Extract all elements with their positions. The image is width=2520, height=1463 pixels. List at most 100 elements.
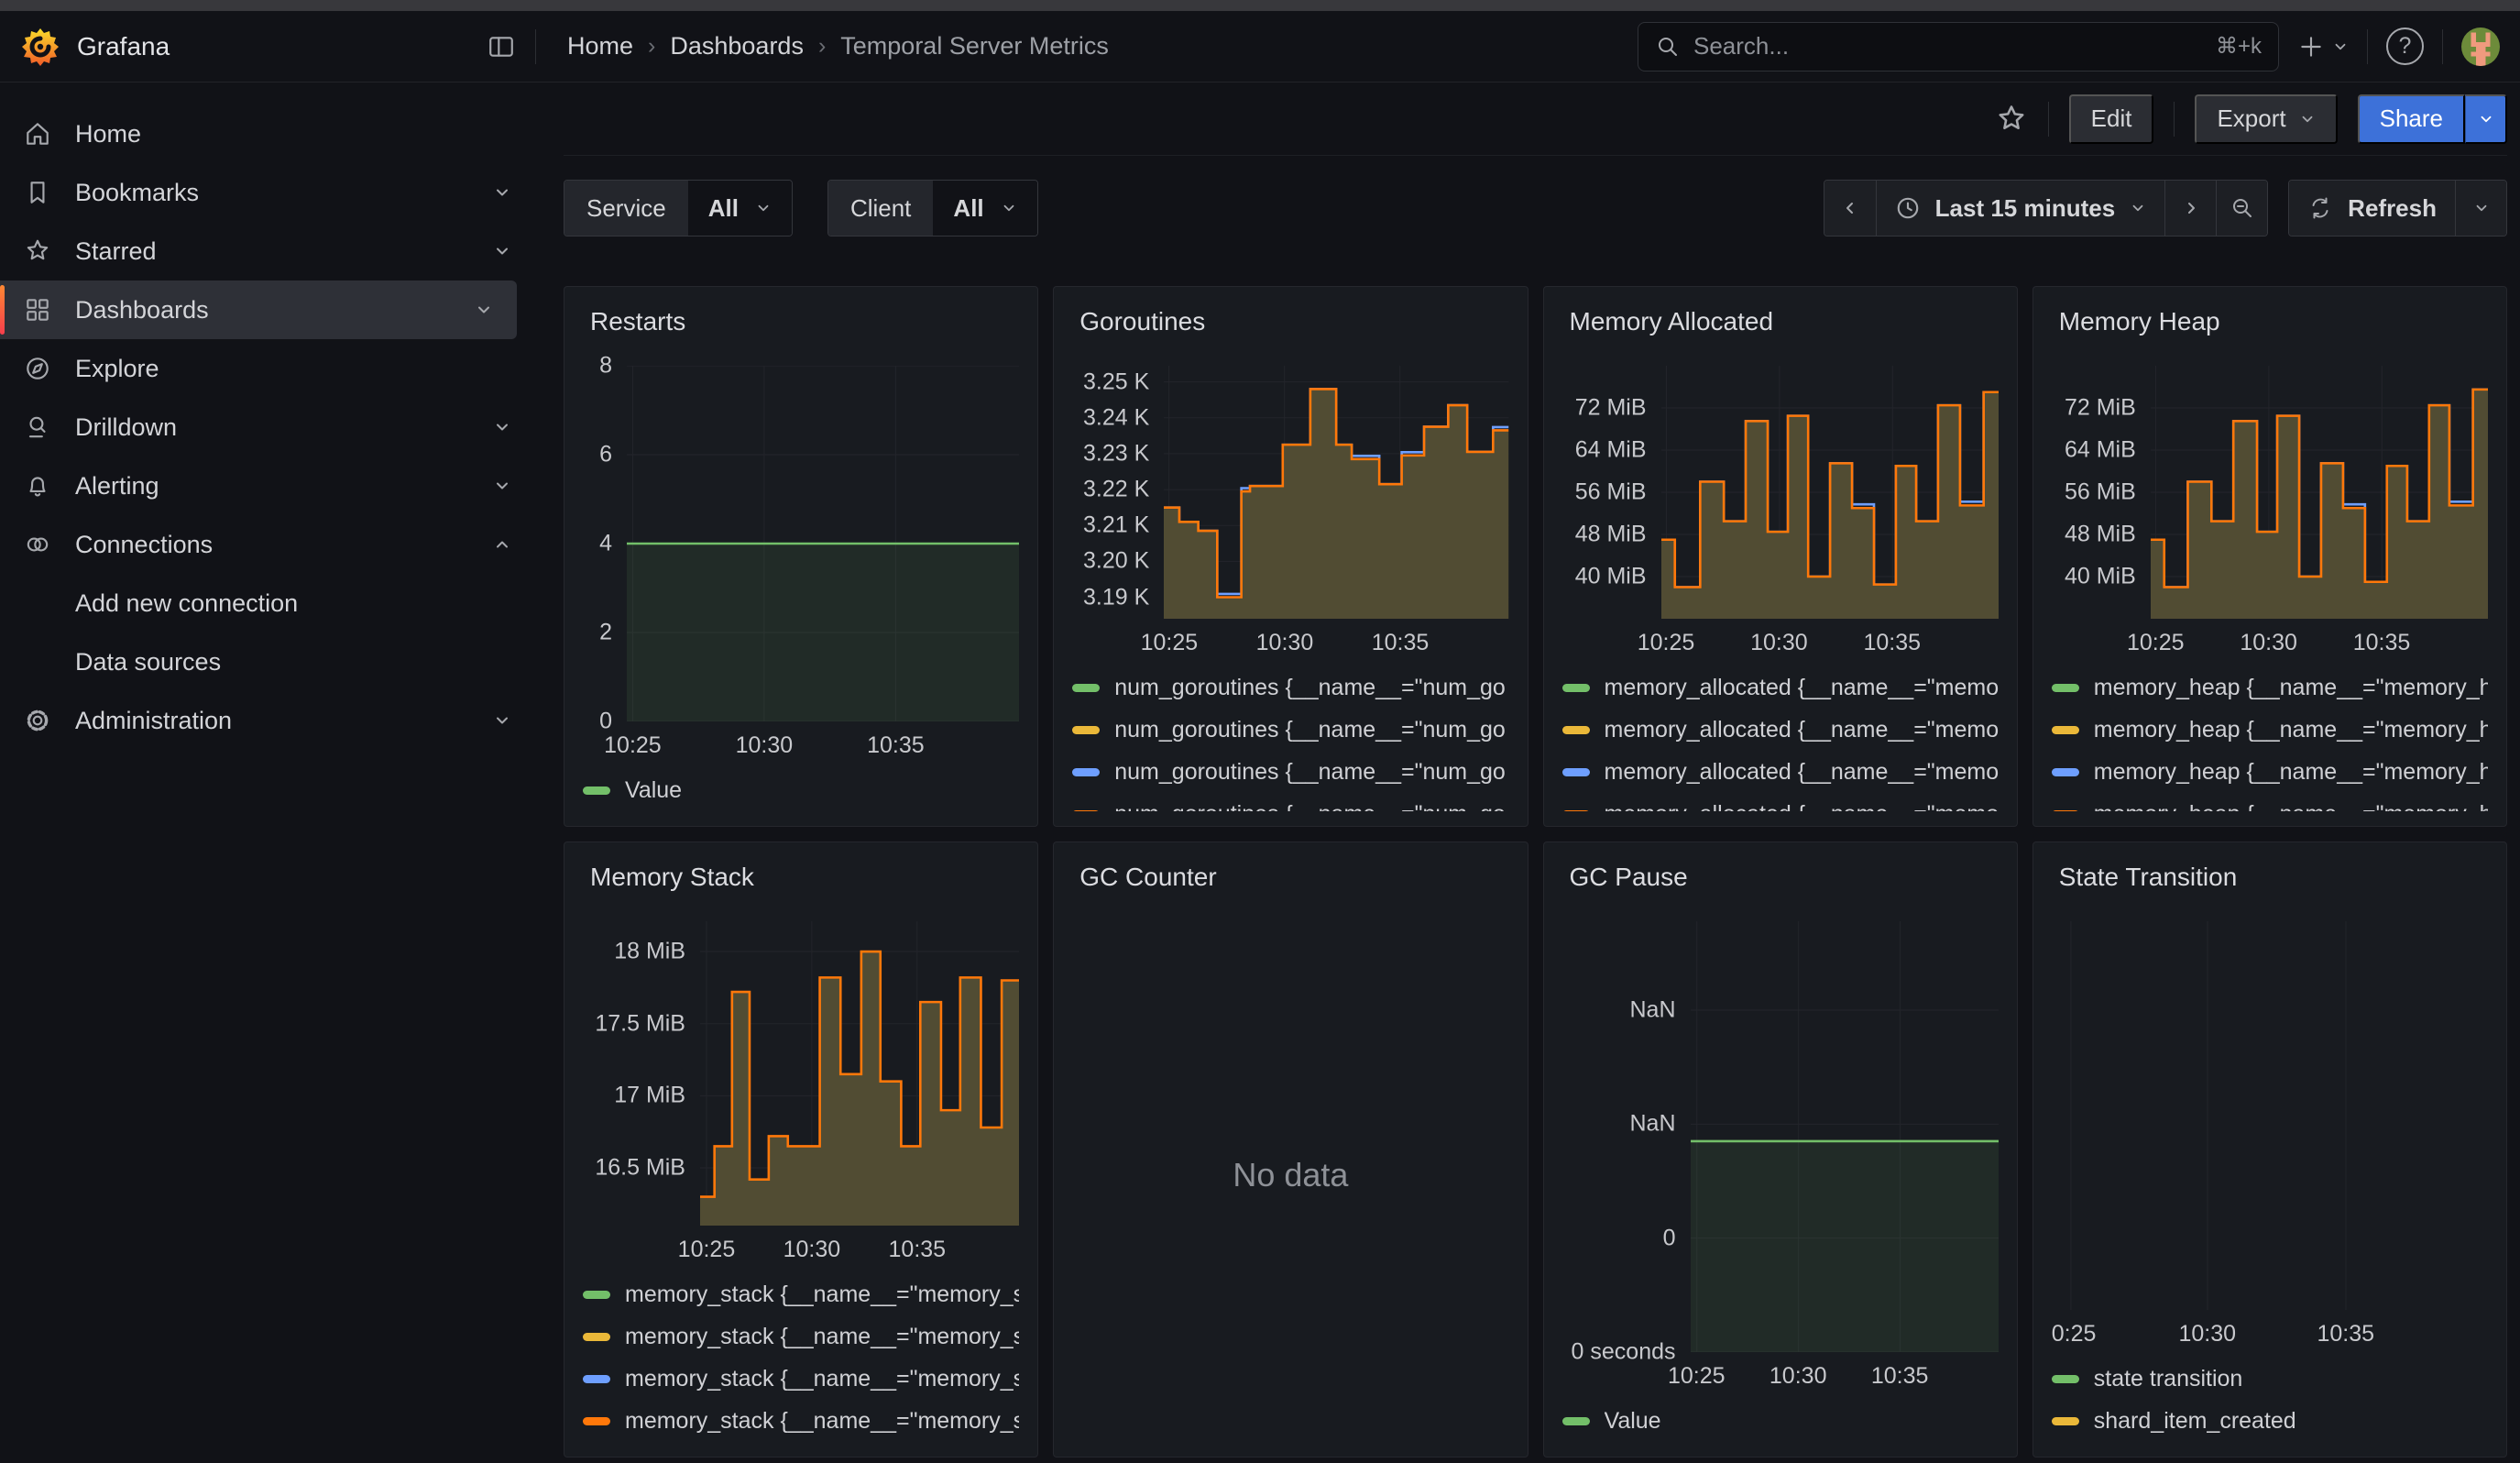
- y-tick-label: 17 MiB: [614, 1083, 685, 1109]
- export-button[interactable]: Export: [2195, 94, 2337, 144]
- panel-title[interactable]: Restarts: [590, 307, 1019, 344]
- legend-item[interactable]: num_goroutines {__name__="num_go: [1072, 751, 1508, 793]
- legend-item[interactable]: state transition: [2052, 1358, 2488, 1400]
- chevron-down-icon[interactable]: [493, 477, 511, 495]
- sidebar-item-drilldown[interactable]: Drilldown: [0, 398, 535, 456]
- panel-title[interactable]: Memory Heap: [2059, 307, 2488, 344]
- chevron-down-icon[interactable]: [493, 418, 511, 436]
- legend-item[interactable]: memory_allocated {__name__="memo: [1562, 709, 1999, 751]
- legend-item[interactable]: memory_heap {__name__="memory_h: [2052, 666, 2488, 709]
- plot-region[interactable]: [1164, 366, 1508, 619]
- legend-item[interactable]: memory_stack {__name__="memory_s: [583, 1273, 1019, 1315]
- zoom-out-button[interactable]: [2216, 181, 2267, 236]
- sidebar-item-connections[interactable]: Connections: [0, 515, 535, 574]
- legend-marker: [2052, 768, 2079, 776]
- toolbar-divider: [2048, 102, 2049, 137]
- plot-region[interactable]: [700, 921, 1019, 1226]
- y-tick-label: 0 seconds: [1572, 1339, 1676, 1366]
- search-icon: [1655, 34, 1681, 60]
- legend-item[interactable]: memory_stack {__name__="memory_s: [583, 1358, 1019, 1400]
- export-button-label: Export: [2217, 104, 2285, 133]
- legend-item[interactable]: memory_heap {__name__="memory_h: [2052, 793, 2488, 811]
- sidebar-item-data-sources[interactable]: Data sources: [0, 632, 535, 691]
- panel-title[interactable]: Memory Stack: [590, 863, 1019, 899]
- chart-area: 0 seconds0NaNNaN: [1562, 921, 1999, 1352]
- sidebar-item-starred[interactable]: Starred: [0, 222, 535, 280]
- legend-marker: [2052, 1417, 2079, 1425]
- sidebar-item-dashboards[interactable]: Dashboards: [0, 280, 517, 339]
- favorite-star-button[interactable]: [1995, 103, 2028, 136]
- sidebar-item-home[interactable]: Home: [0, 104, 535, 163]
- legend-item[interactable]: memory_heap {__name__="memory_h: [2052, 709, 2488, 751]
- edit-button[interactable]: Edit: [2069, 94, 2154, 144]
- chevron-down-icon[interactable]: [493, 711, 511, 730]
- panel-title[interactable]: GC Pause: [1570, 863, 1999, 899]
- chevron-down-icon[interactable]: [493, 183, 511, 202]
- legend-item[interactable]: memory_allocated {__name__="memo: [1562, 793, 1999, 811]
- sidebar-item-label: Dashboards: [75, 296, 209, 324]
- panel-title[interactable]: Memory Allocated: [1570, 307, 1999, 344]
- connections-icon: [24, 531, 51, 558]
- legend-item[interactable]: num_goroutines {__name__="num_go: [1072, 793, 1508, 811]
- share-options-button[interactable]: [2465, 94, 2507, 144]
- plot-region[interactable]: [2151, 366, 2488, 619]
- legend-marker: [1562, 768, 1590, 776]
- plot-region[interactable]: [627, 366, 1019, 721]
- legend-item[interactable]: Value: [1562, 1400, 1999, 1442]
- refresh-group: Refresh: [2288, 180, 2507, 236]
- bell-icon: [24, 472, 51, 500]
- legend-marker: [583, 1375, 610, 1383]
- time-shift-forward-button[interactable]: [2164, 181, 2216, 236]
- sidebar-item-administration[interactable]: Administration: [0, 691, 535, 750]
- client-filter-value[interactable]: All: [933, 181, 1036, 236]
- legend-item[interactable]: memory_allocated {__name__="memo: [1562, 666, 1999, 709]
- panel-title[interactable]: Goroutines: [1079, 307, 1508, 344]
- legend-item[interactable]: num_goroutines {__name__="num_go: [1072, 666, 1508, 709]
- legend-label: num_goroutines {__name__="num_go: [1114, 759, 1506, 786]
- plot-region[interactable]: [2052, 921, 2488, 1310]
- user-avatar[interactable]: [2461, 28, 2500, 66]
- legend-item[interactable]: Value: [583, 769, 1019, 811]
- panel-toggle-icon: [488, 33, 515, 60]
- legend-item[interactable]: memory_heap {__name__="memory_h: [2052, 751, 2488, 793]
- legend-marker: [2052, 810, 2079, 812]
- legend-label: memory_heap {__name__="memory_h: [2094, 675, 2488, 701]
- sidebar-toggle-button[interactable]: [488, 33, 515, 60]
- help-button[interactable]: ?: [2386, 28, 2424, 65]
- client-filter: Client All: [827, 180, 1038, 236]
- plot-region[interactable]: [1661, 366, 1999, 619]
- breadcrumb-home[interactable]: Home: [567, 32, 633, 60]
- share-button[interactable]: Share: [2358, 94, 2465, 144]
- refresh-button[interactable]: Refresh: [2289, 181, 2455, 236]
- panel-title[interactable]: GC Counter: [1079, 863, 1508, 899]
- legend-item[interactable]: memory_stack {__name__="memory_s: [583, 1400, 1019, 1442]
- sidebar-item-alerting[interactable]: Alerting: [0, 456, 535, 515]
- sidebar-item-add-new-connection[interactable]: Add new connection: [0, 574, 535, 632]
- legend-item[interactable]: memory_stack {__name__="memory_s: [583, 1315, 1019, 1358]
- chevron-down-icon[interactable]: [493, 242, 511, 260]
- legend-item[interactable]: shard_item_created: [2052, 1400, 2488, 1442]
- legend: state transitionshard_item_created: [2052, 1358, 2488, 1442]
- legend-label: memory_stack {__name__="memory_s: [625, 1324, 1019, 1350]
- search-input[interactable]: Search... ⌘+k: [1638, 22, 2279, 72]
- chevron-up-icon[interactable]: [493, 535, 511, 554]
- panel-gc-pause: GC Pause 0 seconds0NaNNaN10:2510:3010:35…: [1543, 842, 2018, 1458]
- sidebar-item-bookmarks[interactable]: Bookmarks: [0, 163, 535, 222]
- service-filter-value[interactable]: All: [688, 181, 792, 236]
- chevron-down-icon[interactable]: [475, 301, 493, 319]
- legend-item[interactable]: num_goroutines {__name__="num_go: [1072, 709, 1508, 751]
- time-range-picker[interactable]: Last 15 minutes: [1876, 181, 2165, 236]
- x-tick-label: 10:25: [1668, 1363, 1726, 1390]
- refresh-interval-button[interactable]: [2455, 181, 2506, 236]
- legend-label: memory_heap {__name__="memory_h: [2094, 717, 2488, 743]
- breadcrumb-dashboards[interactable]: Dashboards: [670, 32, 804, 60]
- x-tick-label: 10:35: [2317, 1321, 2374, 1348]
- sidebar-item-explore[interactable]: Explore: [0, 339, 535, 398]
- plot-region[interactable]: [1691, 921, 1999, 1352]
- time-shift-back-button[interactable]: [1824, 181, 1876, 236]
- legend-item[interactable]: memory_allocated {__name__="memo: [1562, 751, 1999, 793]
- legend-marker: [1072, 726, 1100, 734]
- grafana-logo-icon[interactable]: [20, 27, 60, 67]
- panel-title[interactable]: State Transition: [2059, 863, 2488, 899]
- add-new-button[interactable]: [2297, 33, 2349, 60]
